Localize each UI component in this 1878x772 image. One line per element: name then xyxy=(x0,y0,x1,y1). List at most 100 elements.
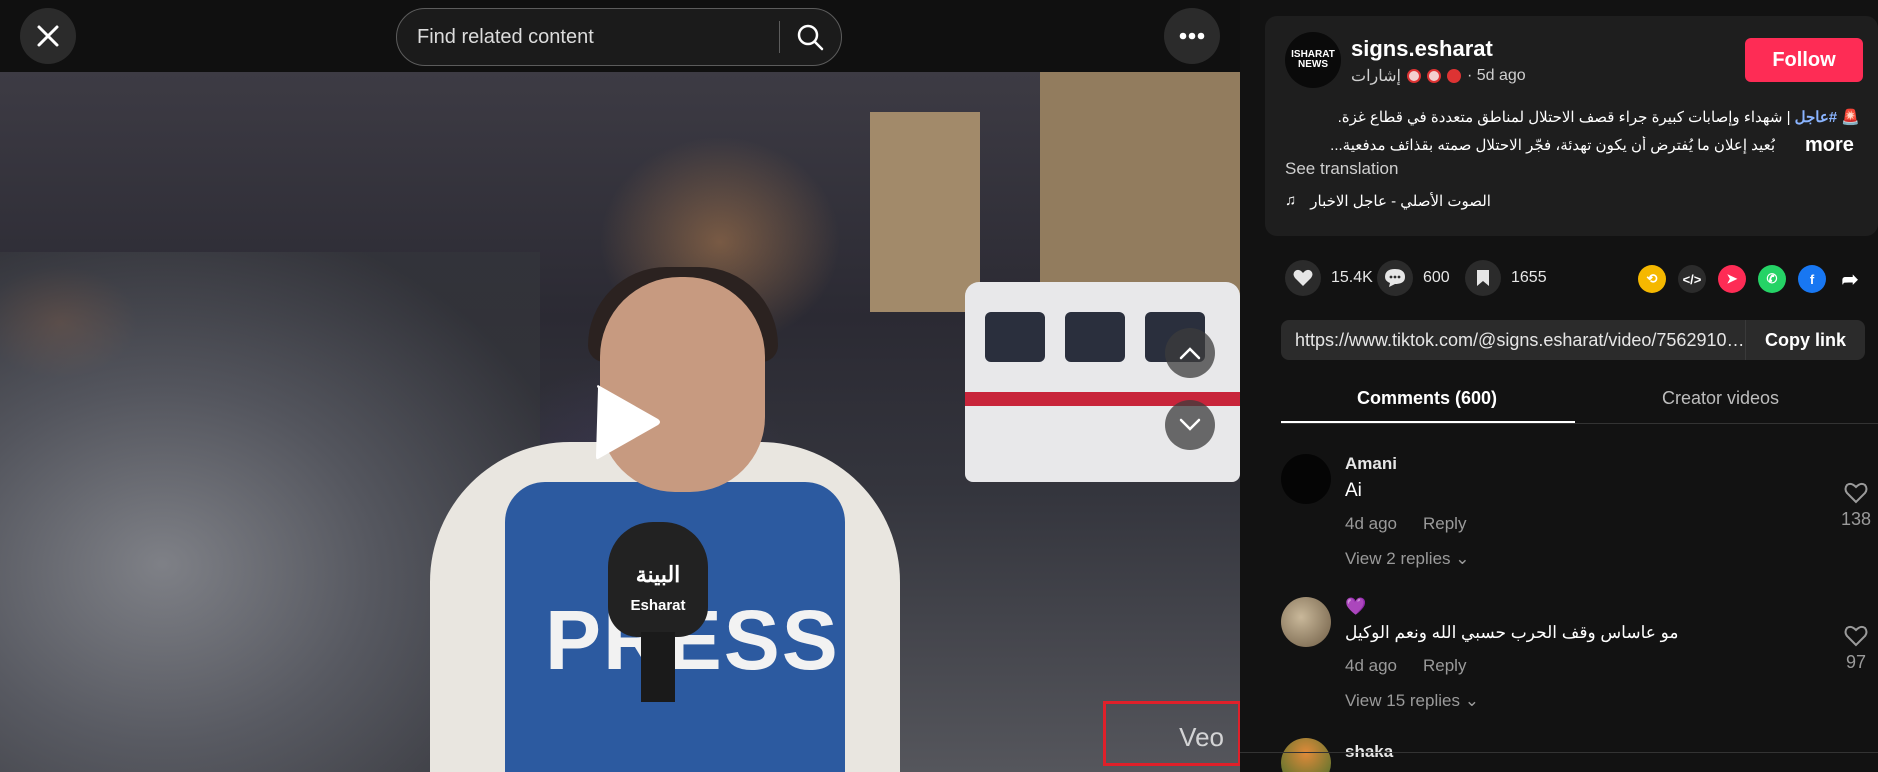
more-options-button[interactable] xyxy=(1164,8,1220,64)
sound-label: الصوت الأصلي - عاجل الاخبار xyxy=(1310,193,1491,210)
building-left xyxy=(870,112,980,312)
side-panel: ISHARAT NEWS signs.esharat إشارات · 5d a… xyxy=(1240,0,1878,772)
siren-emoji: 🚨 xyxy=(1841,109,1860,126)
building-right xyxy=(1040,72,1240,302)
follow-button[interactable]: Follow xyxy=(1745,38,1863,82)
more-dots-icon xyxy=(1179,32,1205,40)
tab-comments[interactable]: Comments (600) xyxy=(1357,388,1497,409)
close-icon xyxy=(37,25,59,47)
facebook-icon[interactable]: f xyxy=(1798,265,1826,293)
avatar-text-line2: NEWS xyxy=(1298,59,1328,70)
comment-item: Amani Ai 4d ago Reply View 2 replies ⌄ 1… xyxy=(1281,454,1878,574)
comment-like-button[interactable]: 97 xyxy=(1834,625,1878,673)
no-sign-icon xyxy=(1406,69,1421,83)
post-info-card: ISHARAT NEWS signs.esharat إشارات · 5d a… xyxy=(1265,16,1878,236)
comment-time: 4d ago xyxy=(1345,514,1397,533)
avatar[interactable] xyxy=(1281,454,1331,504)
avatar[interactable] xyxy=(1281,738,1331,772)
comment-circle xyxy=(1377,260,1413,296)
reply-button[interactable]: Reply xyxy=(1423,514,1466,534)
comment-icon xyxy=(1385,269,1405,287)
chevron-up-icon xyxy=(1179,347,1201,360)
see-translation-link[interactable]: See translation xyxy=(1285,159,1398,179)
caption-more-link[interactable]: more xyxy=(1805,134,1854,157)
active-tab-underline xyxy=(1281,421,1575,423)
sound-link[interactable]: ♫ الصوت الأصلي - عاجل الاخبار xyxy=(1285,192,1491,210)
whatsapp-icon[interactable]: ✆ xyxy=(1758,265,1786,293)
search-icon[interactable] xyxy=(795,22,825,52)
chevron-down-icon xyxy=(1179,418,1201,431)
caption-line-1: 🚨 #عاجل | شهداء وإصابات كبيرة جراء قصف ا… xyxy=(1285,108,1860,126)
repost-icon[interactable]: ⟲ xyxy=(1638,265,1666,293)
tab-creator-videos[interactable]: Creator videos xyxy=(1662,388,1779,409)
comment-text: مو عاساس وقف الحرب حسبي الله ونعم الوكيل xyxy=(1345,623,1679,642)
no-entry-icon xyxy=(1446,69,1461,83)
copy-link-button[interactable]: Copy link xyxy=(1745,320,1865,360)
comment-meta: 4d ago Reply xyxy=(1345,656,1466,676)
panel-bottom-divider xyxy=(1240,752,1878,753)
mic-logo-arabic: البينة xyxy=(635,562,681,587)
panel-tabs: Comments (600) Creator videos xyxy=(1281,380,1878,424)
heart-icon xyxy=(1293,269,1313,286)
post-time: · 5d ago xyxy=(1466,67,1526,84)
heart-outline-icon xyxy=(1844,625,1868,647)
bookmark-icon xyxy=(1477,270,1489,286)
comment-item: shaka xyxy=(1281,738,1878,772)
comment-author[interactable]: Amani xyxy=(1345,454,1397,474)
save-circle xyxy=(1465,260,1501,296)
heart-outline-icon xyxy=(1844,482,1868,504)
send-icon[interactable]: ➤ xyxy=(1718,265,1746,293)
ambulance-window xyxy=(985,312,1045,362)
search-divider xyxy=(779,21,780,53)
caption-text: | شهداء وإصابات كبيرة جراء قصف الاحتلال … xyxy=(1337,109,1791,126)
comment-author[interactable]: 💜 xyxy=(1345,597,1366,617)
hashtag-link[interactable]: #عاجل xyxy=(1795,109,1838,126)
like-button[interactable]: 15.4K xyxy=(1285,260,1373,296)
like-count: 15.4K xyxy=(1331,269,1373,286)
play-icon[interactable] xyxy=(590,382,662,462)
creator-subline: إشارات · 5d ago xyxy=(1351,66,1526,86)
chevron-down-icon: ⌄ xyxy=(1455,549,1470,568)
save-count: 1655 xyxy=(1511,269,1547,286)
comment-item: 💜 مو عاساس وقف الحرب حسبي الله ونعم الوك… xyxy=(1281,597,1878,717)
comment-like-button[interactable]: 138 xyxy=(1834,482,1878,530)
previous-video-button[interactable] xyxy=(1165,328,1215,378)
view-replies-label: View 2 replies xyxy=(1345,549,1451,568)
save-button[interactable]: 1655 xyxy=(1465,260,1547,296)
microphone-handle xyxy=(641,632,675,702)
comment-like-count: 138 xyxy=(1840,509,1872,529)
watermark-highlight-box: Veo xyxy=(1103,701,1240,766)
avatar[interactable] xyxy=(1281,597,1331,647)
share-arrow-icon[interactable]: ➦ xyxy=(1836,265,1864,293)
chevron-down-icon: ⌄ xyxy=(1464,691,1479,710)
comment-button[interactable]: 600 xyxy=(1377,260,1450,296)
view-replies-button[interactable]: View 15 replies ⌄ xyxy=(1345,691,1479,711)
embed-icon[interactable]: </> xyxy=(1678,265,1706,293)
next-video-button[interactable] xyxy=(1165,400,1215,450)
video-link-box: https://www.tiktok.com/@signs.esharat/vi… xyxy=(1281,320,1865,360)
music-note-icon: ♫ xyxy=(1285,192,1297,209)
action-bar: 15.4K 600 1655 ⟲ </> ➤ ✆ f ➦ xyxy=(1285,260,1875,296)
view-replies-label: View 15 replies xyxy=(1345,691,1460,710)
comment-text: Ai xyxy=(1345,480,1362,501)
comment-like-count: 97 xyxy=(1845,652,1867,672)
creator-username[interactable]: signs.esharat xyxy=(1351,36,1493,62)
like-circle xyxy=(1285,260,1321,296)
creator-display-name: إشارات xyxy=(1351,68,1401,85)
caption-line-2: بُعيد إعلان ما يُفترض أن يكون تهدئة، فجّ… xyxy=(1330,137,1775,154)
search-bar[interactable] xyxy=(396,8,842,66)
age-restriction-icon xyxy=(1426,69,1441,83)
veo-watermark: Veo xyxy=(1179,722,1224,752)
close-button[interactable] xyxy=(20,8,76,64)
mic-logo-latin: Esharat xyxy=(630,597,686,614)
creator-avatar[interactable]: ISHARAT NEWS xyxy=(1285,32,1341,88)
ambulance-window xyxy=(1065,312,1125,362)
search-input[interactable] xyxy=(415,9,769,66)
view-replies-button[interactable]: View 2 replies ⌄ xyxy=(1345,549,1470,569)
ambulance xyxy=(965,282,1240,482)
comment-count: 600 xyxy=(1423,269,1450,286)
comment-meta: 4d ago Reply xyxy=(1345,514,1466,534)
video-player[interactable]: PRESS البينة Esharat Veo xyxy=(0,0,1240,772)
reply-button[interactable]: Reply xyxy=(1423,656,1466,676)
video-link-url[interactable]: https://www.tiktok.com/@signs.esharat/vi… xyxy=(1295,330,1745,351)
